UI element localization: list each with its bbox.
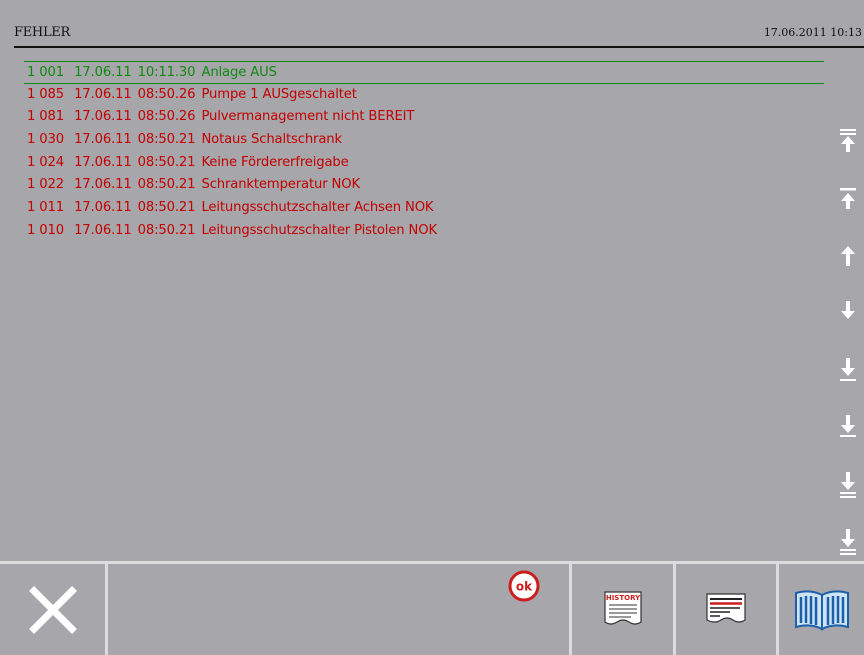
error-id: 1 024 (27, 154, 65, 170)
error-id: 1 081 (27, 109, 65, 125)
scroll-top-button[interactable] (836, 126, 860, 160)
error-message: Pumpe 1 AUSgeschaltet (201, 86, 357, 102)
error-row[interactable]: 1 024 17.06.11 08:50.21 Keine Fördererfr… (24, 152, 824, 175)
error-time: 08:50.21 (137, 200, 196, 216)
acknowledge-area: ok (105, 564, 569, 655)
scroll-down-double-bar-button[interactable] (836, 468, 860, 502)
report-button[interactable] (673, 564, 776, 655)
error-row[interactable]: 1 085 17.06.11 08:50.26 Pumpe 1 AUSgesch… (24, 84, 824, 107)
scroll-down-bar-icon (838, 411, 858, 445)
error-row[interactable]: 1 010 17.06.11 08:50.21 Leitungsschutzsc… (24, 220, 824, 243)
datetime-display: 17.06.2011 10:13 (763, 26, 862, 39)
report-icon (706, 592, 746, 623)
error-row[interactable]: 1 030 17.06.11 08:50.21 Notaus Schaltsch… (24, 129, 824, 152)
error-date: 17.06.11 (74, 177, 132, 193)
line-up-button[interactable] (836, 240, 860, 274)
page-title: FEHLER (14, 25, 70, 40)
manual-button[interactable] (776, 564, 864, 655)
error-row[interactable]: 1 001 17.06.11 10:11.30 Anlage AUS (24, 61, 824, 84)
error-message: Anlage AUS (201, 65, 277, 80)
error-id: 1 030 (27, 132, 65, 148)
error-id: 1 001 (27, 65, 65, 80)
scroll-bottom-button[interactable] (836, 525, 860, 559)
scroll-top-icon (838, 126, 858, 160)
line-down-button[interactable] (836, 297, 860, 331)
line-up-icon (838, 240, 858, 274)
error-message: Keine Fördererfreigabe (201, 154, 349, 170)
error-date: 17.06.11 (74, 132, 132, 148)
acknowledge-button[interactable]: ok (508, 570, 540, 602)
error-message: Pulvermanagement nicht BEREIT (201, 109, 415, 125)
page-up-icon (838, 183, 858, 217)
manual-book-icon (794, 589, 849, 631)
error-date: 17.06.11 (74, 65, 132, 80)
error-date: 17.06.11 (74, 109, 132, 125)
error-id: 1 010 (27, 222, 65, 238)
ok-acknowledge-icon: ok (508, 570, 540, 602)
history-button[interactable]: HISTORY (569, 564, 673, 655)
line-down-icon (838, 297, 858, 331)
error-id: 1 011 (27, 200, 65, 216)
error-date: 17.06.11 (74, 200, 132, 216)
close-icon (28, 585, 77, 634)
error-time: 10:11.30 (137, 65, 196, 80)
error-message: Leitungsschutzschalter Achsen NOK (201, 200, 434, 216)
error-id: 1 022 (27, 177, 65, 193)
error-time: 08:50.21 (137, 177, 196, 193)
error-row[interactable]: 1 022 17.06.11 08:50.21 Schranktemperatu… (24, 174, 824, 197)
scroll-down-bar-button[interactable] (836, 411, 860, 445)
error-time: 08:50.21 (137, 132, 196, 148)
close-button[interactable] (0, 564, 105, 655)
acknowledge-label: ok (516, 580, 533, 594)
header-divider (14, 46, 864, 48)
error-date: 17.06.11 (74, 222, 132, 238)
error-message: Notaus Schaltschrank (201, 132, 342, 148)
bottom-toolbar: ok HISTORY (0, 564, 864, 655)
error-time: 08:50.26 (137, 109, 196, 125)
error-message: Schranktemperatur NOK (201, 177, 360, 193)
error-time: 08:50.26 (137, 86, 196, 102)
error-time: 08:50.21 (137, 222, 196, 238)
error-date: 17.06.11 (74, 86, 132, 102)
error-message: Leitungsschutzschalter Pistolen NOK (201, 222, 437, 238)
scroll-down-double-bar-icon (838, 468, 858, 502)
header-bar: FEHLER 17.06.2011 10:13 (14, 22, 864, 46)
history-icon: HISTORY (603, 590, 642, 625)
error-row[interactable]: 1 081 17.06.11 08:50.26 Pulvermanagement… (24, 106, 824, 129)
page-down-button[interactable] (836, 354, 860, 388)
page-up-button[interactable] (836, 183, 860, 217)
error-row[interactable]: 1 011 17.06.11 08:50.21 Leitungsschutzsc… (24, 197, 824, 220)
error-list: 1 001 17.06.11 10:11.30 Anlage AUS 1 085 … (24, 61, 824, 243)
page-down-icon (838, 354, 858, 388)
scroll-bottom-icon (838, 525, 858, 559)
error-time: 08:50.21 (137, 154, 196, 170)
history-label: HISTORY (605, 594, 640, 602)
error-date: 17.06.11 (74, 154, 132, 170)
scroll-buttons (832, 118, 864, 558)
error-id: 1 085 (27, 86, 65, 102)
